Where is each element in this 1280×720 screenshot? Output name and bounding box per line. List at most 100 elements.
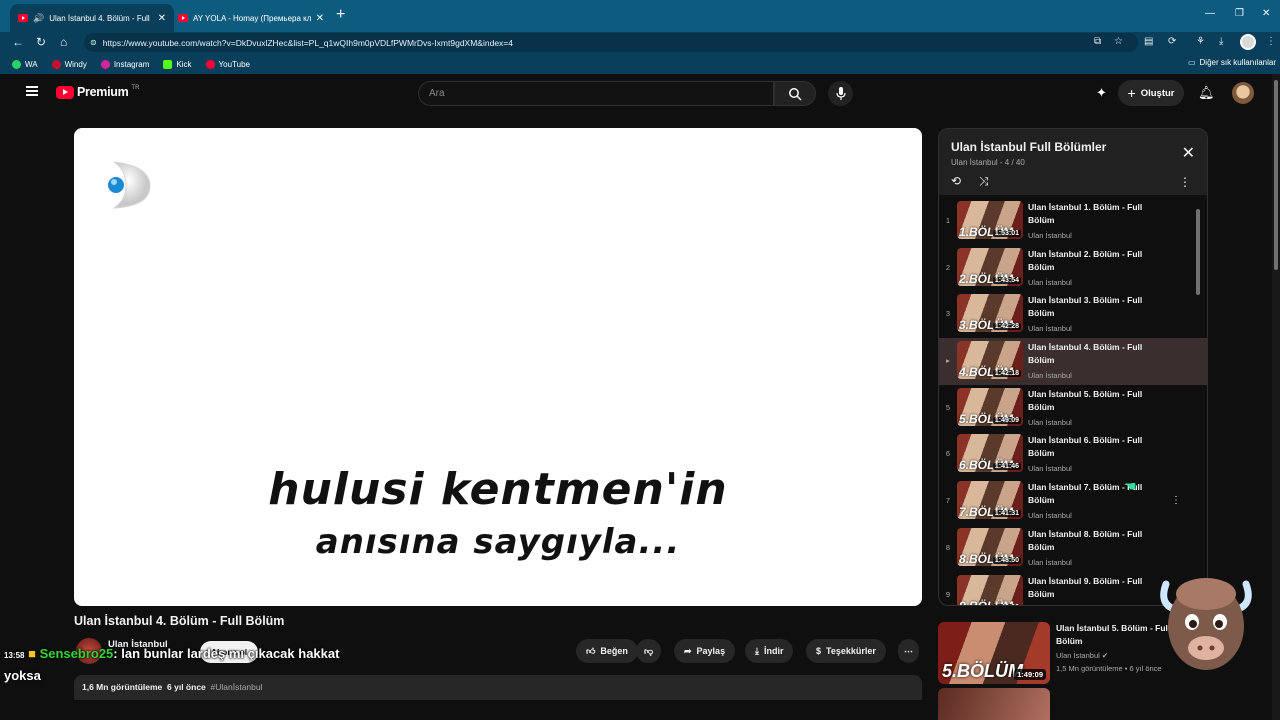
recommended-thumbnail[interactable]: 5.BÖLÜM 1:49:09 — [938, 622, 1050, 684]
playlist-title[interactable]: Ulan İstanbul Full Bölümler — [951, 140, 1106, 154]
url-text: https://www.youtube.com/watch?v=DkDvuxlZ… — [102, 37, 513, 48]
other-bookmarks[interactable]: ▭ Diğer sık kullanılanlar — [1188, 58, 1276, 67]
reload-icon[interactable]: ↻ — [36, 35, 46, 49]
playlist-panel: Ulan İstanbul Full Bölümler Ulan İstanbu… — [938, 128, 1208, 606]
playlist-item-index: 1 — [945, 216, 951, 225]
menu-icon[interactable]: ⋮ — [1266, 36, 1276, 47]
home-icon[interactable]: ⌂ — [60, 35, 67, 49]
loop-icon[interactable]: ⟲ — [951, 174, 961, 188]
playlist-item[interactable]: 3 3.BÖLÜM 1:42:28 Ulan İstanbul 3. Bölüm - … — [939, 291, 1207, 338]
address-bar[interactable]: ⊜ https://www.youtube.com/watch?v=DkDvux… — [84, 33, 1138, 52]
playlist-item-thumbnail[interactable]: 3.BÖLÜM 1:42:28 — [957, 294, 1023, 333]
playlist-item-channel: Ulan İstanbul — [1028, 371, 1072, 381]
new-tab-button[interactable]: + — [336, 6, 345, 24]
extension-icon[interactable]: ▤ — [1144, 36, 1153, 47]
playlist-item[interactable]: 1 1.BÖLÜM 1:53:01 Ulan İstanbul 1. Bölüm - … — [939, 198, 1207, 245]
playlist-item-channel: Ulan İstanbul — [1028, 464, 1072, 474]
tab-title: Ulan İstanbul 4. Bölüm - Full — [49, 13, 150, 23]
search-input[interactable]: Ara — [418, 81, 774, 106]
playlist-item-channel: Ulan İstanbul — [1028, 277, 1072, 287]
more-vert-icon[interactable]: ⋮ — [1171, 495, 1181, 506]
playlist-item-thumbnail[interactable]: 6.BÖLÜM 1:41:46 — [957, 434, 1023, 473]
playlist-item-title[interactable]: Ulan İstanbul 2. Bölüm - Full Bölüm — [1028, 248, 1168, 274]
playlist-item-thumbnail[interactable]: 5.BÖLÜM 1:49:09 — [957, 387, 1023, 426]
thanks-button[interactable]: $ Teşekkürler — [806, 639, 886, 663]
bookmark-windy[interactable]: Windy — [51, 59, 87, 69]
playlist-item[interactable]: 6 6.BÖLÜM 1:41:46 Ulan İstanbul 6. Bölüm - … — [939, 431, 1207, 478]
speaker-icon[interactable]: 🔊 — [33, 13, 44, 24]
chat-username: Sensebro25 — [39, 646, 114, 661]
more-actions-button[interactable]: ⋯ — [898, 639, 919, 663]
browser-tab-strip: 🔊 Ulan İstanbul 4. Bölüm - Full ✕ AY YOL… — [0, 0, 1280, 32]
playlist-item-title[interactable]: Ulan İstanbul 6. Bölüm - Full Bölüm — [1028, 434, 1168, 460]
playlist-item[interactable]: 8 8.BÖLÜM 1:48:50 Ulan İstanbul 8. Bölüm - … — [939, 525, 1207, 572]
restore-icon[interactable]: ❐ — [1235, 8, 1244, 19]
playlist-item[interactable]: 5 5.BÖLÜM 1:49:09 Ulan İstanbul 5. Bölüm - … — [939, 385, 1207, 432]
playlist-item-title[interactable]: Ulan İstanbul 4. Bölüm - Full Bölüm — [1028, 341, 1168, 367]
install-app-icon[interactable]: ⧉ — [1094, 36, 1101, 47]
tab-close-icon[interactable]: ✕ — [158, 13, 166, 24]
duration-badge: 1:49:09 — [1014, 669, 1046, 680]
bookmark-star-icon[interactable]: ☆ — [1114, 36, 1123, 47]
bookmarks-bar: WA Windy Instagram Kick YouTube ▭ Diğer s… — [0, 54, 1280, 74]
shuffle-icon[interactable]: ⤨ — [979, 174, 989, 189]
window-close-icon[interactable]: ✕ — [1262, 8, 1270, 19]
dislike-button[interactable]: 👎︎ — [636, 639, 662, 663]
tab-close-icon[interactable]: ✕ — [316, 13, 324, 24]
playlist-item-title[interactable]: Ulan İstanbul 7. Bölüm - Full Bölüm — [1028, 481, 1168, 507]
playlist-item-title[interactable]: Ulan İstanbul 8. Bölüm - Full Bölüm — [1028, 528, 1168, 554]
tab-active[interactable]: 🔊 Ulan İstanbul 4. Bölüm - Full ✕ — [10, 4, 174, 32]
share-button[interactable]: ➦ Paylaş — [674, 639, 736, 663]
playlist-item[interactable]: 7 7.BÖLÜM 1:41:31 Ulan İstanbul 7. Bölüm - … — [939, 478, 1207, 525]
minimize-icon[interactable]: — — [1205, 8, 1215, 19]
bookmark-youtube[interactable]: YouTube — [205, 59, 250, 69]
playlist-item-thumbnail[interactable]: 9.BÖLÜM1:42:03 — [957, 574, 1023, 605]
account-avatar[interactable] — [1232, 82, 1254, 104]
playlist-item-title[interactable]: Ulan İstanbul 9. Bölüm - Full Bölüm — [1028, 575, 1168, 601]
search-button[interactable] — [774, 81, 816, 106]
playlist-item-thumbnail[interactable]: 1.BÖLÜM 1:53:01 — [957, 201, 1023, 239]
duration-badge: 1:53:01 — [992, 230, 1021, 237]
create-button[interactable]: + Oluştur — [1118, 80, 1184, 106]
playlist-item-title[interactable]: Ulan İstanbul 1. Bölüm - Full Bölüm — [1028, 201, 1168, 227]
playlist-item[interactable]: 2 2.BÖLÜM 1:43:54 Ulan İstanbul 2. Bölüm - … — [939, 245, 1207, 292]
voice-search-button[interactable] — [828, 81, 853, 106]
recommended-thumbnail-next[interactable] — [938, 688, 1050, 720]
site-info-icon[interactable]: ⊜ — [90, 38, 97, 47]
bookmark-wa[interactable]: WA — [12, 59, 38, 69]
youtube-logo[interactable]: Premium TR — [56, 85, 139, 99]
instagram-icon — [100, 59, 110, 69]
chat-text: : lan bunlar lardeş mı çıkacak hakkat — [113, 646, 340, 661]
notifications-bell-icon[interactable]: 🔔︎ — [1198, 85, 1215, 101]
page-scrollbar-thumb[interactable] — [1274, 80, 1278, 270]
playlist-item-thumbnail[interactable]: 2.BÖLÜM 1:43:54 — [957, 247, 1023, 286]
download-button[interactable]: ⤓ İndir — [745, 639, 794, 663]
search-icon — [789, 87, 802, 101]
more-vert-icon[interactable]: ⋮ — [1179, 175, 1191, 189]
download-icon[interactable]: ⤓ — [1219, 36, 1223, 47]
recommended-channel[interactable]: Ulan İstanbul ✔ — [1056, 651, 1108, 660]
playlist-item-channel: Ulan İstanbul — [1028, 417, 1072, 427]
bookmark-instagram[interactable]: Instagram — [100, 59, 149, 69]
bookmark-kick[interactable]: Kick — [163, 59, 192, 69]
menu-hamburger-icon[interactable] — [26, 86, 38, 96]
kanal-d-logo-icon — [108, 161, 151, 209]
playlist-item[interactable]: ▸ 4.BÖLÜM 1:42:18 Ulan İstanbul 4. Bölüm - … — [939, 338, 1207, 385]
playlist-item-thumbnail[interactable]: 8.BÖLÜM 1:48:50 — [957, 527, 1023, 566]
playlist-item-thumbnail[interactable]: 4.BÖLÜM 1:42:18 — [957, 341, 1023, 380]
hashtag-link[interactable]: #Ulanİstanbul — [211, 682, 263, 692]
close-icon[interactable]: ✕ — [1182, 143, 1195, 163]
extension-icon-2[interactable]: ⚘ — [1196, 36, 1205, 47]
sync-icon[interactable]: ⟳ — [1168, 36, 1176, 47]
back-icon[interactable]: ← — [12, 35, 24, 49]
video-player[interactable]: hulusi kentmen'in anısına saygıyla... — [74, 128, 922, 606]
playlist-item-title[interactable]: Ulan İstanbul 3. Bölüm - Full Bölüm — [1028, 294, 1168, 320]
playlist-scrollbar[interactable] — [1196, 209, 1200, 295]
cast-icon[interactable]: ✦ — [1096, 85, 1107, 101]
browser-profile-avatar[interactable] — [1240, 34, 1256, 50]
playlist-item-thumbnail[interactable]: 7.BÖLÜM 1:41:31 — [957, 481, 1023, 520]
youtube-icon — [205, 59, 215, 69]
tab-inactive[interactable]: AY YOLA - Homay (Премьера кл ✕ — [170, 4, 332, 32]
like-button[interactable]: 👍︎ Beğen — [576, 639, 638, 663]
playlist-item-title[interactable]: Ulan İstanbul 5. Bölüm - Full Bölüm — [1028, 388, 1168, 414]
